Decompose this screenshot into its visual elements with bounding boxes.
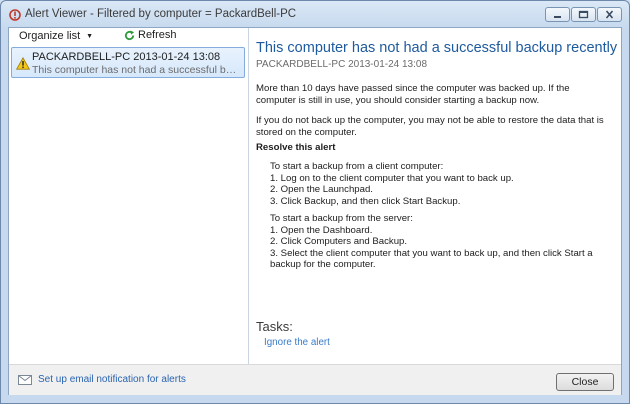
organize-list-label: Organize list (19, 30, 81, 42)
server-step: 3. Select the client computer that you w… (270, 247, 593, 271)
ignore-alert-link[interactable]: Ignore the alert (264, 337, 330, 348)
server-backup-steps: To start a backup from the server: 1. Op… (270, 213, 600, 271)
window-client-area: Organize list ▼ Refresh PACKARDBELL-PC 20… (8, 27, 622, 395)
alert-item-summary: This computer has not had a successful b… (32, 64, 242, 76)
minimize-button[interactable] (545, 7, 570, 22)
server-steps-intro: To start a backup from the server: (270, 213, 413, 224)
email-icon (18, 375, 32, 385)
maximize-button[interactable] (571, 7, 596, 22)
alert-list-item[interactable]: PACKARDBELL-PC 2013-01-24 13:08 This com… (11, 47, 245, 78)
close-x-icon (605, 10, 614, 19)
warning-icon (16, 57, 30, 70)
server-step: 1. Open the Dashboard. (270, 224, 373, 236)
alert-viewer-app-icon (9, 9, 21, 21)
window-title: Alert Viewer - Filtered by computer = Pa… (25, 8, 297, 20)
server-step: 2. Click Computers and Backup. (270, 236, 408, 247)
alert-viewer-window: Alert Viewer - Filtered by computer = Pa… (0, 0, 630, 404)
client-step: 2. Open the Launchpad. (270, 184, 373, 195)
minimize-icon (554, 16, 561, 18)
alert-detail-pane: This computer has not had a successful b… (250, 28, 621, 364)
client-backup-steps: To start a backup from a client computer… (270, 161, 600, 207)
client-step: 1. Log on to the client computer that yo… (270, 172, 514, 184)
alert-list-toolbar: Organize list ▼ Refresh (9, 28, 249, 46)
refresh-label: Refresh (138, 29, 177, 41)
alert-item-title: PACKARDBELL-PC 2013-01-24 13:08 (32, 51, 221, 63)
client-step: 3. Click Backup, and then click Start Ba… (270, 195, 461, 207)
close-button[interactable]: Close (556, 373, 614, 391)
maximize-icon (578, 10, 589, 19)
alert-detail-title: This computer has not had a successful b… (256, 40, 618, 56)
alert-description: More than 10 days have passed since the … (256, 83, 570, 106)
client-steps-intro: To start a backup from a client computer… (270, 161, 444, 172)
alert-consequence: If you do not back up the computer, you … (256, 115, 604, 138)
footer-bar: Set up email notification for alerts Clo… (9, 364, 621, 395)
email-notification-link[interactable]: Set up email notification for alerts (38, 374, 186, 385)
alert-detail-meta: PACKARDBELL-PC 2013-01-24 13:08 (256, 59, 428, 70)
refresh-icon (124, 30, 135, 41)
resolve-heading: Resolve this alert (256, 142, 336, 153)
window-close-button[interactable] (597, 7, 622, 22)
organize-list-menu[interactable]: Organize list ▼ (19, 30, 93, 42)
refresh-button[interactable]: Refresh (124, 29, 177, 41)
alert-list-pane: Organize list ▼ Refresh PACKARDBELL-PC 20… (9, 28, 249, 364)
title-bar[interactable]: Alert Viewer - Filtered by computer = Pa… (1, 1, 629, 27)
chevron-down-icon: ▼ (86, 33, 94, 40)
tasks-heading: Tasks: (256, 319, 293, 334)
